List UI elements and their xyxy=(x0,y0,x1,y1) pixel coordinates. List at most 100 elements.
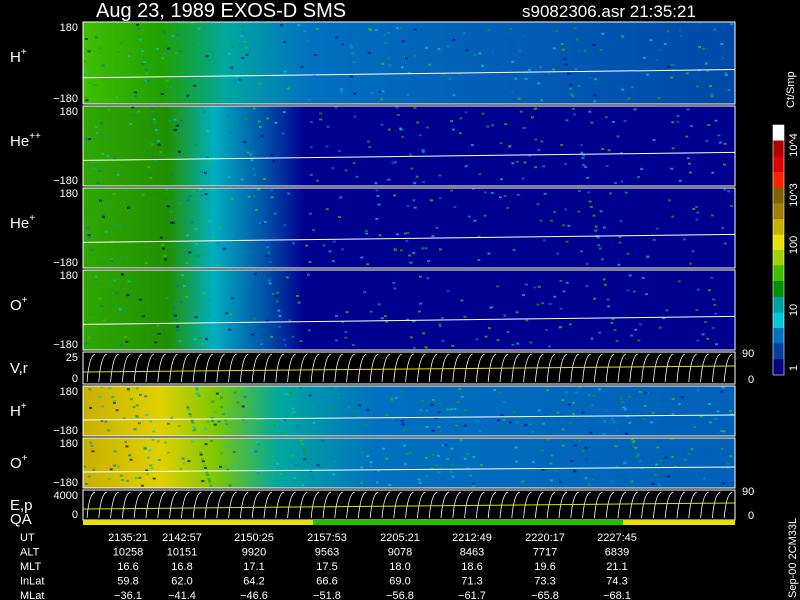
texture-cell xyxy=(240,178,244,181)
texture-cell xyxy=(184,292,188,295)
texture-cell xyxy=(711,326,715,329)
texture-cell xyxy=(413,54,417,57)
texture-cell xyxy=(267,251,271,254)
texture-cell xyxy=(564,208,568,211)
texture-cell xyxy=(252,107,256,110)
texture-cell xyxy=(199,451,202,454)
texture-cell xyxy=(491,124,494,127)
texture-cell xyxy=(309,121,313,124)
texture-cell xyxy=(127,389,131,392)
texture-cell xyxy=(340,43,344,46)
texture-cell xyxy=(302,448,306,451)
texture-cell xyxy=(594,456,597,459)
texture-cell xyxy=(228,484,232,487)
texture-cell xyxy=(353,410,357,413)
texture-cell xyxy=(216,242,220,245)
texture-cell xyxy=(259,222,263,225)
texture-cell xyxy=(127,206,130,209)
texture-cell xyxy=(187,460,191,463)
texture-cell xyxy=(185,189,189,192)
texture-cell xyxy=(531,116,534,119)
texture-cell xyxy=(521,177,525,180)
texture-cell xyxy=(586,176,590,179)
texture-cell xyxy=(567,403,571,406)
texture-cell xyxy=(282,338,286,341)
texture-cell xyxy=(498,196,502,199)
texture-cell xyxy=(374,182,378,185)
texture-cell xyxy=(399,128,403,131)
texture-cell xyxy=(438,197,442,200)
panel-label: O+ xyxy=(10,453,28,472)
texture-cell xyxy=(406,93,410,96)
texture-cell xyxy=(219,465,222,468)
footer-cell: 2212:49 xyxy=(452,532,492,544)
texture-cell xyxy=(493,389,496,391)
texture-cell xyxy=(564,63,568,66)
texture-cell xyxy=(409,451,413,454)
colorbar-swatch xyxy=(773,187,784,204)
texture-cell xyxy=(283,41,287,44)
texture-cell xyxy=(179,50,183,53)
panel-label-species: H xyxy=(10,403,21,420)
footer-cell: 16.8 xyxy=(171,561,192,573)
texture-cell xyxy=(718,141,722,144)
texture-cell xyxy=(138,298,142,301)
texture-cell xyxy=(577,137,581,140)
texture-cell xyxy=(380,177,384,180)
texture-cell xyxy=(204,193,208,196)
texture-cell xyxy=(197,394,201,397)
footer-cell: 10258 xyxy=(113,547,144,559)
texture-cell xyxy=(470,144,474,147)
texture-cell xyxy=(360,451,364,454)
texture-cell xyxy=(166,422,170,425)
texture-cell xyxy=(707,124,711,127)
footer-cell: 19.6 xyxy=(534,561,555,573)
texture-cell xyxy=(145,72,149,75)
texture-cell xyxy=(85,70,89,73)
texture-cell xyxy=(710,118,714,120)
texture-cell xyxy=(528,423,532,426)
texture-cell xyxy=(445,457,449,460)
texture-cell xyxy=(229,66,233,69)
texture-cell xyxy=(671,215,675,218)
texture-cell xyxy=(93,84,97,87)
texture-cell xyxy=(678,179,682,182)
footer-cell: −46.6 xyxy=(240,590,268,600)
texture-cell xyxy=(678,29,682,32)
texture-cell xyxy=(679,35,683,38)
texture-cell xyxy=(469,474,473,477)
texture-cell xyxy=(726,462,730,465)
texture-cell xyxy=(519,110,523,113)
texture-cell xyxy=(268,282,272,285)
texture-cell xyxy=(312,478,315,481)
texture-cell xyxy=(197,27,201,30)
texture-cell xyxy=(248,408,251,411)
texture-cell xyxy=(145,413,149,416)
qa-bar-yellow xyxy=(83,520,313,525)
texture-cell xyxy=(285,276,289,279)
texture-cell xyxy=(588,200,592,203)
texture-cell xyxy=(645,293,648,296)
footer-cell: 2220:17 xyxy=(525,532,565,544)
texture-cell xyxy=(390,399,394,402)
texture-cell xyxy=(223,445,227,448)
texture-cell xyxy=(380,123,384,126)
texture-cell xyxy=(249,153,253,156)
version-label: Sep-00 2CM33L xyxy=(787,518,799,598)
texture-cell xyxy=(670,167,674,170)
texture-cell xyxy=(271,293,275,295)
footer-cell: 2135:21 xyxy=(108,532,148,544)
texture-cell xyxy=(568,323,572,326)
texture-cell xyxy=(115,292,119,295)
texture-cell xyxy=(475,338,479,341)
texture-cell xyxy=(201,460,205,463)
texture-cell xyxy=(655,227,659,230)
texture-cell xyxy=(245,53,249,56)
texture-cell xyxy=(152,118,156,121)
texture-cell xyxy=(380,98,384,101)
texture-cell xyxy=(635,455,639,458)
texture-cell xyxy=(426,277,430,280)
texture-cell xyxy=(585,285,589,288)
texture-cell xyxy=(550,454,554,457)
texture-cell xyxy=(511,162,515,165)
